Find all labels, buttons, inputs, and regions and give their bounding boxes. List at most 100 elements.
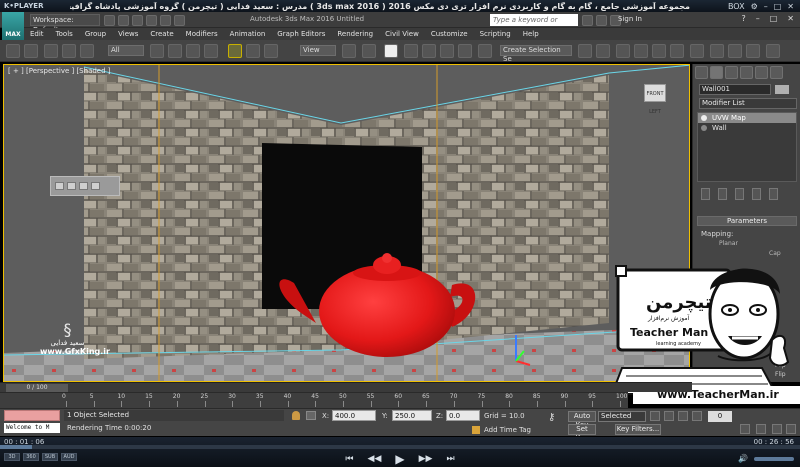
help-button[interactable]: ?	[741, 14, 745, 23]
redo-icon[interactable]	[160, 15, 171, 26]
float-btn-3[interactable]	[79, 182, 88, 190]
x-coordinate-field[interactable]: 400.0	[332, 410, 376, 421]
star-icon[interactable]	[596, 15, 607, 26]
menu-scripting[interactable]: Scripting	[474, 28, 517, 40]
transform-mode-icon[interactable]	[306, 411, 316, 420]
angle-snap-icon[interactable]	[422, 44, 436, 58]
redo-toolbar-icon[interactable]	[24, 44, 38, 58]
zoom-extents-icon[interactable]	[740, 424, 750, 434]
menu-rendering[interactable]: Rendering	[331, 28, 379, 40]
play-icon[interactable]	[678, 411, 688, 421]
goto-start-icon[interactable]	[650, 411, 660, 421]
float-btn-1[interactable]	[55, 182, 64, 190]
save-file-icon[interactable]	[132, 15, 143, 26]
sign-in-button[interactable]: Sign In	[618, 15, 642, 23]
material-editor-icon[interactable]	[690, 44, 704, 58]
render-production-icon[interactable]	[746, 44, 760, 58]
next-track-icon[interactable]: ⏭	[446, 454, 454, 464]
float-close-icon[interactable]	[91, 182, 100, 190]
seek-bar[interactable]	[0, 445, 800, 449]
y-coordinate-field[interactable]: 250.0	[392, 410, 432, 421]
rewind-icon[interactable]: ◀◀	[368, 454, 382, 464]
close-button[interactable]: ✕	[787, 2, 794, 11]
spinner-snap-icon[interactable]	[458, 44, 472, 58]
rendered-frame-window-icon[interactable]	[728, 44, 742, 58]
remove-modifier-icon[interactable]	[752, 188, 761, 200]
unlink-icon[interactable]	[62, 44, 76, 58]
graphite-ribbon-icon[interactable]	[634, 44, 648, 58]
workspace-dropdown[interactable]: Workspace: Default	[30, 14, 100, 34]
window-crossing-icon[interactable]	[204, 44, 218, 58]
volume-icon[interactable]: 🔊	[738, 454, 748, 463]
box-button[interactable]: BOX	[728, 2, 745, 11]
pan-icon[interactable]	[772, 424, 782, 434]
lock-selection-icon[interactable]	[292, 411, 300, 420]
gear-icon[interactable]: ⚙	[751, 2, 758, 11]
app-close-button[interactable]: ✕	[787, 14, 794, 23]
percent-snap-icon[interactable]	[440, 44, 454, 58]
menu-customize[interactable]: Customize	[425, 28, 474, 40]
menu-graph-editors[interactable]: Graph Editors	[271, 28, 331, 40]
keyboard-shortcut-icon[interactable]	[384, 44, 398, 58]
new-file-icon[interactable]	[104, 15, 115, 26]
menu-animation[interactable]: Animation	[224, 28, 272, 40]
search-input[interactable]: Type a keyword or phrase	[490, 14, 578, 36]
maxscript-mini-listener[interactable]	[4, 410, 60, 421]
z-coordinate-field[interactable]: 0.0	[446, 410, 480, 421]
lightbulb-icon[interactable]	[701, 115, 707, 121]
volume-slider[interactable]	[754, 456, 794, 461]
undo-icon[interactable]	[146, 15, 157, 26]
render-setup-icon[interactable]	[710, 44, 724, 58]
current-frame-field[interactable]: 0	[708, 411, 732, 422]
modifier-list-dropdown[interactable]: Modifier List	[699, 98, 797, 109]
key-mode-dropdown[interactable]: Selected	[598, 411, 646, 422]
menu-group[interactable]: Group	[79, 28, 112, 40]
previous-track-icon[interactable]: ⏮	[345, 454, 353, 464]
select-scale-icon[interactable]	[264, 44, 278, 58]
mirror-icon[interactable]	[578, 44, 592, 58]
pivot-point-icon[interactable]	[342, 44, 356, 58]
lightbulb-icon[interactable]	[701, 125, 707, 131]
curve-editor-icon[interactable]	[652, 44, 666, 58]
layer-explorer-icon[interactable]	[616, 44, 630, 58]
link-icon[interactable]	[44, 44, 58, 58]
maximize-button[interactable]: □	[774, 2, 782, 11]
modify-tab-icon[interactable]	[710, 66, 723, 79]
set-key-button[interactable]: Set Key	[568, 424, 596, 442]
render-iterative-icon[interactable]	[766, 44, 780, 58]
select-by-name-icon[interactable]	[168, 44, 182, 58]
reference-coordinate-dropdown[interactable]: View	[300, 45, 336, 56]
named-selection-dropdown[interactable]: Create Selection Se	[500, 45, 572, 63]
display-tab-icon[interactable]	[755, 66, 768, 79]
perspective-viewport[interactable]: [ + ] [Perspective ] [Shaded ]	[3, 64, 690, 382]
app-menu-button[interactable]: MAX	[2, 12, 24, 40]
play-pause-icon[interactable]: ▶	[395, 452, 404, 466]
select-object-icon[interactable]	[150, 44, 164, 58]
time-slider-thumb[interactable]: 0 / 100	[6, 384, 68, 392]
add-time-tag-button[interactable]: Add Time Tag	[484, 426, 531, 434]
project-folder-icon[interactable]	[174, 15, 185, 26]
selection-region-icon[interactable]	[186, 44, 200, 58]
stack-item-uvw-map[interactable]: UVW Map	[698, 113, 796, 123]
align-icon[interactable]	[596, 44, 610, 58]
menu-create[interactable]: Create	[144, 28, 179, 40]
menu-tools[interactable]: Tools	[50, 28, 79, 40]
configure-sets-icon[interactable]	[769, 188, 778, 200]
bind-spacewarp-icon[interactable]	[80, 44, 94, 58]
selection-filter-dropdown[interactable]: All	[108, 45, 144, 56]
minimize-button[interactable]: –	[764, 2, 768, 11]
stack-item-wall[interactable]: Wall	[698, 123, 796, 133]
open-file-icon[interactable]	[118, 15, 129, 26]
show-end-result-icon[interactable]	[718, 188, 727, 200]
create-tab-icon[interactable]	[695, 66, 708, 79]
undo-toolbar-icon[interactable]	[6, 44, 20, 58]
app-maximize-button[interactable]: □	[770, 14, 778, 23]
time-tag-icon[interactable]	[472, 426, 480, 434]
menu-help[interactable]: Help	[517, 28, 545, 40]
menu-views[interactable]: Views	[112, 28, 144, 40]
schematic-view-icon[interactable]	[670, 44, 684, 58]
float-btn-2[interactable]	[67, 182, 76, 190]
hierarchy-tab-icon[interactable]	[725, 66, 738, 79]
key-icon[interactable]: ⚷	[548, 412, 555, 423]
app-minimize-button[interactable]: –	[756, 14, 760, 23]
